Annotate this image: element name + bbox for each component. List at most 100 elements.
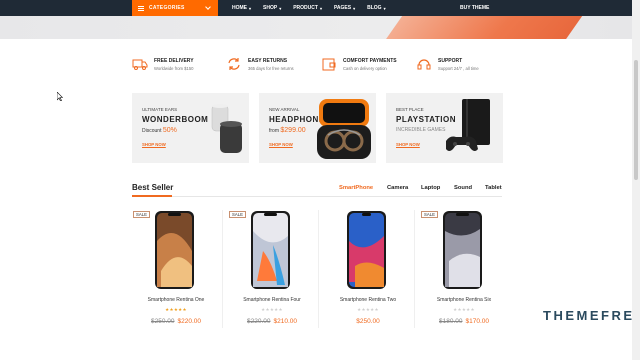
nav-item-blog[interactable]: BLOG ▾ — [367, 5, 385, 11]
banner-offer-highlight: 50% — [162, 127, 177, 134]
headset-icon — [417, 59, 431, 70]
feature-comfort-payments: COMFORT PAYMENTS Cash on delivery option — [321, 56, 397, 72]
hero-image — [383, 16, 593, 39]
rating-stars: ★★★★★ — [357, 307, 379, 312]
truck-icon — [132, 59, 148, 70]
feature-title: COMFORT PAYMENTS — [343, 58, 397, 64]
vertical-scrollbar[interactable] — [632, 0, 640, 360]
categories-label: CATEGORIES — [149, 5, 185, 11]
nav-item-label: BLOG — [367, 5, 382, 11]
section-divider — [132, 196, 502, 197]
product-image[interactable] — [347, 211, 386, 289]
returns-icon — [228, 58, 240, 70]
product-price: $250.00 $220.00 — [130, 318, 222, 325]
product-name[interactable]: Smartphone Rentina Six — [418, 297, 510, 303]
nav-item-label: HOME — [232, 5, 247, 11]
banner-offer: Discount 50% — [142, 127, 177, 134]
sale-badge: SALE — [229, 211, 246, 218]
nav-item-label: SHOP — [263, 5, 278, 11]
mouse-cursor-icon — [57, 92, 63, 101]
banner-small-label: ULTIMATE EARS — [142, 107, 178, 112]
product-divider — [318, 210, 319, 328]
product-divider — [414, 210, 415, 328]
chevron-down-icon: ▾ — [353, 5, 356, 11]
shop-now-link[interactable]: SHOP NOW — [396, 142, 420, 147]
banner-offer-prefix: Discount — [142, 128, 163, 134]
speaker-image — [211, 104, 242, 153]
product-divider — [222, 210, 223, 328]
feature-title: EASY RETURNS — [248, 58, 288, 64]
scrollbar-thumb[interactable] — [634, 60, 638, 180]
product-price: $250.00 — [322, 318, 414, 325]
nav-item-home[interactable]: HOME ▾ — [232, 5, 251, 11]
product-image[interactable] — [443, 211, 482, 289]
product-price: $220.00 $210.00 — [226, 318, 318, 325]
old-price: $180.00 — [439, 318, 463, 325]
tab-laptop[interactable]: Laptop — [421, 185, 440, 191]
chevron-down-icon: ▾ — [319, 5, 322, 11]
buy-theme-link[interactable]: BUY THEME — [460, 0, 489, 16]
chevron-down-icon — [205, 4, 211, 10]
banner-offer-prefix: from — [269, 128, 281, 134]
feature-support: SUPPORT Support 24/7 , all time — [416, 56, 479, 72]
feature-free-delivery: FREE DELIVERY Worldwide from $150 — [132, 56, 194, 72]
banner-offer: from $299.00 — [269, 127, 306, 134]
main-nav: HOME ▾ SHOP ▾ PRODUCT ▾ PAGES ▾ BLOG ▾ — [232, 0, 386, 16]
feature-subtitle: 365 days for free returns — [248, 66, 294, 71]
chevron-down-icon: ▾ — [279, 5, 282, 11]
chevron-down-icon: ▾ — [249, 5, 252, 11]
nav-item-label: PAGES — [333, 5, 352, 11]
rating-stars: ★★★★★ — [261, 307, 283, 312]
feature-title: SUPPORT — [438, 58, 463, 64]
tab-smartphone[interactable]: SmartPhone — [339, 185, 373, 191]
shop-now-link[interactable]: SHOP NOW — [142, 142, 166, 147]
tab-camera[interactable]: Camera — [387, 185, 408, 191]
banner-subtitle: INCREDIBLE GAMES — [396, 127, 446, 133]
old-price: $220.00 — [247, 318, 271, 325]
product-card[interactable]: SALE Smartphone Rentina Six ★★★★★ $180.0… — [418, 208, 510, 330]
rating-stars: ★★★★★ — [165, 307, 187, 312]
banner-wonderboom[interactable]: ULTIMATE EARS WONDERBOOM Discount 50% SH… — [132, 93, 249, 163]
feature-subtitle: Cash on delivery option — [343, 66, 387, 71]
console-image — [446, 99, 490, 151]
banner-playstation[interactable]: BEST PLACE PLAYSTATION INCREDIBLE GAMES … — [386, 93, 503, 163]
chevron-down-icon: ▾ — [383, 5, 386, 11]
product-price: $180.00 $170.00 — [418, 318, 510, 325]
banner-small-label: NEW ARRIVAL — [269, 107, 300, 112]
nav-item-shop[interactable]: SHOP ▾ — [263, 5, 281, 11]
features-row: FREE DELIVERY Worldwide from $150 EASY R… — [132, 56, 504, 76]
banner-small-label: BEST PLACE — [396, 107, 424, 112]
section-title: Best Seller — [132, 183, 174, 192]
product-name[interactable]: Smartphone Rentina One — [130, 297, 222, 303]
old-price: $250.00 — [151, 318, 175, 325]
product-card[interactable]: SALE Smartphone Rentina One ★★★★★ $250.0… — [130, 208, 222, 330]
tab-tablet[interactable]: Tablet — [485, 185, 502, 191]
banner-offer-highlight: $299.00 — [280, 127, 306, 134]
current-price: $210.00 — [273, 318, 298, 325]
shop-now-link[interactable]: SHOP NOW — [269, 142, 293, 147]
banner-headphone[interactable]: NEW ARRIVAL HEADPHONE from $299.00 SHOP … — [259, 93, 376, 163]
section-title-underline — [132, 195, 172, 197]
product-card[interactable]: SALE Smartphone Rentina Four ★★★★★ $220.… — [226, 208, 318, 330]
sale-badge: SALE — [133, 211, 150, 218]
hero-slider — [0, 16, 632, 39]
sale-badge: SALE — [421, 211, 438, 218]
tab-sound[interactable]: Sound — [454, 185, 472, 191]
current-price: $250.00 — [356, 318, 380, 325]
brand-watermark: THEMEFRE — [543, 308, 635, 323]
product-image[interactable] — [155, 211, 194, 289]
product-name[interactable]: Smartphone Rentina Two — [322, 297, 414, 303]
feature-title: FREE DELIVERY — [154, 58, 194, 64]
menu-icon — [138, 5, 144, 11]
current-price: $170.00 — [465, 318, 490, 325]
nav-item-label: PRODUCT — [293, 5, 318, 11]
current-price: $220.00 — [177, 318, 202, 325]
nav-item-pages[interactable]: PAGES ▾ — [334, 5, 355, 11]
product-name[interactable]: Smartphone Rentina Four — [226, 297, 318, 303]
headphone-case-image — [317, 99, 371, 159]
categories-button[interactable]: CATEGORIES — [132, 0, 218, 16]
nav-item-product[interactable]: PRODUCT ▾ — [293, 5, 322, 11]
rating-stars: ★★★★★ — [453, 307, 475, 312]
product-card[interactable]: Smartphone Rentina Two ★★★★★ $250.00 — [322, 208, 414, 330]
product-image[interactable] — [251, 211, 290, 289]
